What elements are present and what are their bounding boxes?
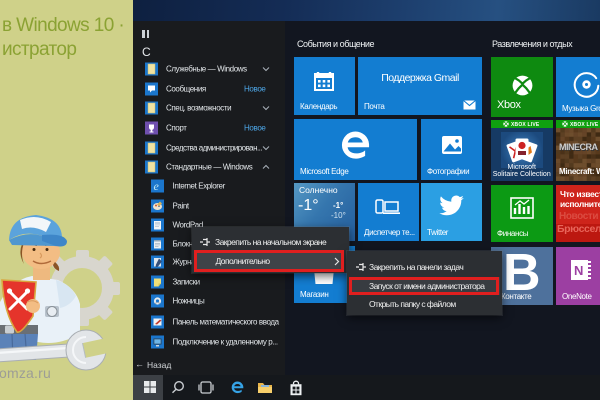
svg-text:e: e (154, 180, 160, 193)
svg-text:N: N (574, 263, 583, 278)
